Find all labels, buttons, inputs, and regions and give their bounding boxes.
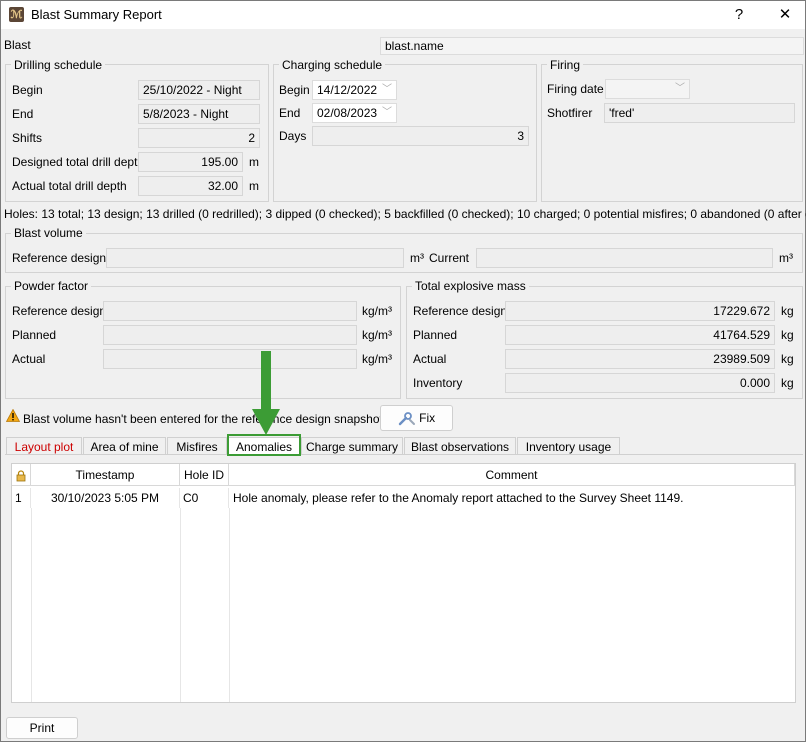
powder-reference-label: Reference design — [12, 304, 107, 318]
explosive-inventory-label: Inventory — [413, 376, 463, 390]
lock-column-header — [12, 464, 31, 486]
drill-end-field[interactable]: 5/8/2023 - Night — [138, 104, 260, 124]
close-button[interactable]: ✕ — [765, 3, 805, 27]
column-divider — [180, 508, 181, 702]
arrow-down-icon — [252, 351, 280, 435]
volume-reference-label: Reference design — [12, 251, 107, 265]
drill-end-label: End — [12, 107, 34, 121]
designed-depth-unit: m — [249, 155, 259, 169]
explosive-actual-field[interactable]: 23989.509 — [505, 349, 775, 369]
wrench-icon — [398, 411, 415, 426]
hole-id-header[interactable]: Hole ID — [180, 464, 229, 486]
table-row[interactable]: 1 30/10/2023 5:05 PM C0 Hole anomaly, pl… — [12, 488, 795, 508]
explosive-actual-label: Actual — [413, 352, 447, 366]
row-comment: Hole anomaly, please refer to the Anomal… — [233, 491, 684, 505]
firing-date-picker[interactable]: ﹀ — [605, 79, 690, 99]
help-button[interactable]: ? — [719, 3, 759, 27]
print-button[interactable]: Print — [6, 717, 78, 739]
drilling-schedule-title: Drilling schedule — [11, 58, 106, 72]
powder-planned-label: Planned — [12, 328, 57, 342]
charge-begin-date[interactable]: 14/12/2022 ﹀ — [312, 80, 397, 100]
blast-label: Blast — [4, 38, 31, 52]
explosive-reference-field[interactable]: 17229.672 — [505, 301, 775, 321]
explosive-actual-unit: kg — [781, 352, 794, 366]
tab-inventory-usage[interactable]: Inventory usage — [517, 437, 620, 455]
charge-end-label: End — [279, 106, 301, 120]
window-title: Blast Summary Report — [31, 7, 162, 22]
tab-charge-summary[interactable]: Charge summary — [301, 437, 403, 455]
powder-actual-unit: kg/m³ — [362, 352, 392, 366]
warning-text: Blast volume hasn't been entered for the… — [23, 412, 387, 426]
tab-blast-observations[interactable]: Blast observations — [404, 437, 516, 455]
report-window: ℳ Blast Summary Report ? ✕ Blast blast.n… — [0, 0, 806, 742]
designed-depth-label: Designed total drill depth — [12, 155, 145, 169]
explosive-reference-label: Reference design — [413, 304, 508, 318]
fix-label: Fix — [419, 411, 436, 425]
shifts-label: Shifts — [12, 131, 43, 145]
volume-reference-unit: m³ — [410, 251, 424, 265]
volume-current-label: Current — [429, 251, 470, 265]
volume-current-field[interactable] — [476, 248, 773, 268]
days-field[interactable]: 3 — [312, 126, 529, 146]
comment-header[interactable]: Comment — [229, 464, 795, 486]
actual-depth-unit: m — [249, 179, 259, 193]
charge-begin-label: Begin — [279, 83, 310, 97]
timestamp-header[interactable]: Timestamp — [31, 464, 180, 486]
explosive-planned-unit: kg — [781, 328, 794, 342]
explosive-reference-unit: kg — [781, 304, 794, 318]
charging-schedule-title: Charging schedule — [279, 58, 386, 72]
volume-reference-field[interactable] — [106, 248, 404, 268]
powder-reference-unit: kg/m³ — [362, 304, 392, 318]
shotfirer-label: Shotfirer — [547, 106, 593, 120]
row-hole-id: C0 — [180, 488, 229, 508]
tab-area-of-mine[interactable]: Area of mine — [83, 437, 166, 455]
days-label: Days — [279, 129, 307, 143]
drill-begin-field[interactable]: 25/10/2022 - Night — [138, 80, 260, 100]
designed-depth-field[interactable]: 195.00 — [138, 152, 243, 172]
powder-actual-label: Actual — [12, 352, 46, 366]
firing-date-label: Firing date — [547, 82, 604, 96]
explosive-mass-title: Total explosive mass — [412, 279, 529, 293]
explosive-inventory-field[interactable]: 0.000 — [505, 373, 775, 393]
tab-divider — [5, 454, 803, 455]
shifts-field[interactable]: 2 — [138, 128, 260, 148]
powder-actual-field[interactable] — [103, 349, 357, 369]
explosive-planned-field[interactable]: 41764.529 — [505, 325, 775, 345]
warning-icon — [6, 409, 20, 422]
lock-icon — [16, 470, 26, 482]
firing-title: Firing — [547, 58, 584, 72]
powder-factor-title: Powder factor — [11, 279, 92, 293]
powder-planned-unit: kg/m³ — [362, 328, 392, 342]
chevron-down-icon: ﹀ — [675, 83, 685, 94]
app-icon: ℳ — [9, 7, 24, 22]
actual-depth-label: Actual total drill depth — [12, 179, 127, 193]
drill-begin-label: Begin — [12, 83, 43, 97]
charge-end-date[interactable]: 02/08/2023 ﹀ — [312, 103, 397, 123]
tab-misfires[interactable]: Misfires — [167, 437, 227, 455]
blast-name-field[interactable]: blast.name — [380, 37, 804, 55]
powder-planned-field[interactable] — [103, 325, 357, 345]
row-index: 1 — [15, 488, 31, 508]
actual-depth-field[interactable]: 32.00 — [138, 176, 243, 196]
charge-end-value: 02/08/2023 — [317, 106, 378, 120]
explosive-planned-label: Planned — [413, 328, 458, 342]
tab-layout-plot[interactable]: Layout plot — [6, 437, 82, 455]
fix-button[interactable]: Fix — [380, 405, 453, 431]
charge-begin-value: 14/12/2022 — [317, 83, 378, 97]
holes-summary: Holes: 13 total; 13 design; 13 drilled (… — [4, 207, 806, 221]
title-bar: ℳ Blast Summary Report ? ✕ — [1, 1, 805, 29]
blast-volume-title: Blast volume — [11, 226, 86, 240]
explosive-inventory-unit: kg — [781, 376, 794, 390]
anomalies-table: Timestamp Hole ID Comment 1 30/10/2023 5… — [11, 463, 796, 703]
anomalies-highlight-box — [227, 434, 301, 456]
shotfirer-field[interactable]: 'fred' — [604, 103, 795, 123]
column-divider — [229, 508, 230, 702]
chevron-down-icon: ﹀ — [382, 107, 392, 118]
volume-current-unit: m³ — [779, 251, 793, 265]
column-divider — [31, 508, 32, 702]
row-timestamp: 30/10/2023 5:05 PM — [31, 488, 180, 508]
chevron-down-icon: ﹀ — [382, 84, 392, 95]
powder-reference-field[interactable] — [103, 301, 357, 321]
